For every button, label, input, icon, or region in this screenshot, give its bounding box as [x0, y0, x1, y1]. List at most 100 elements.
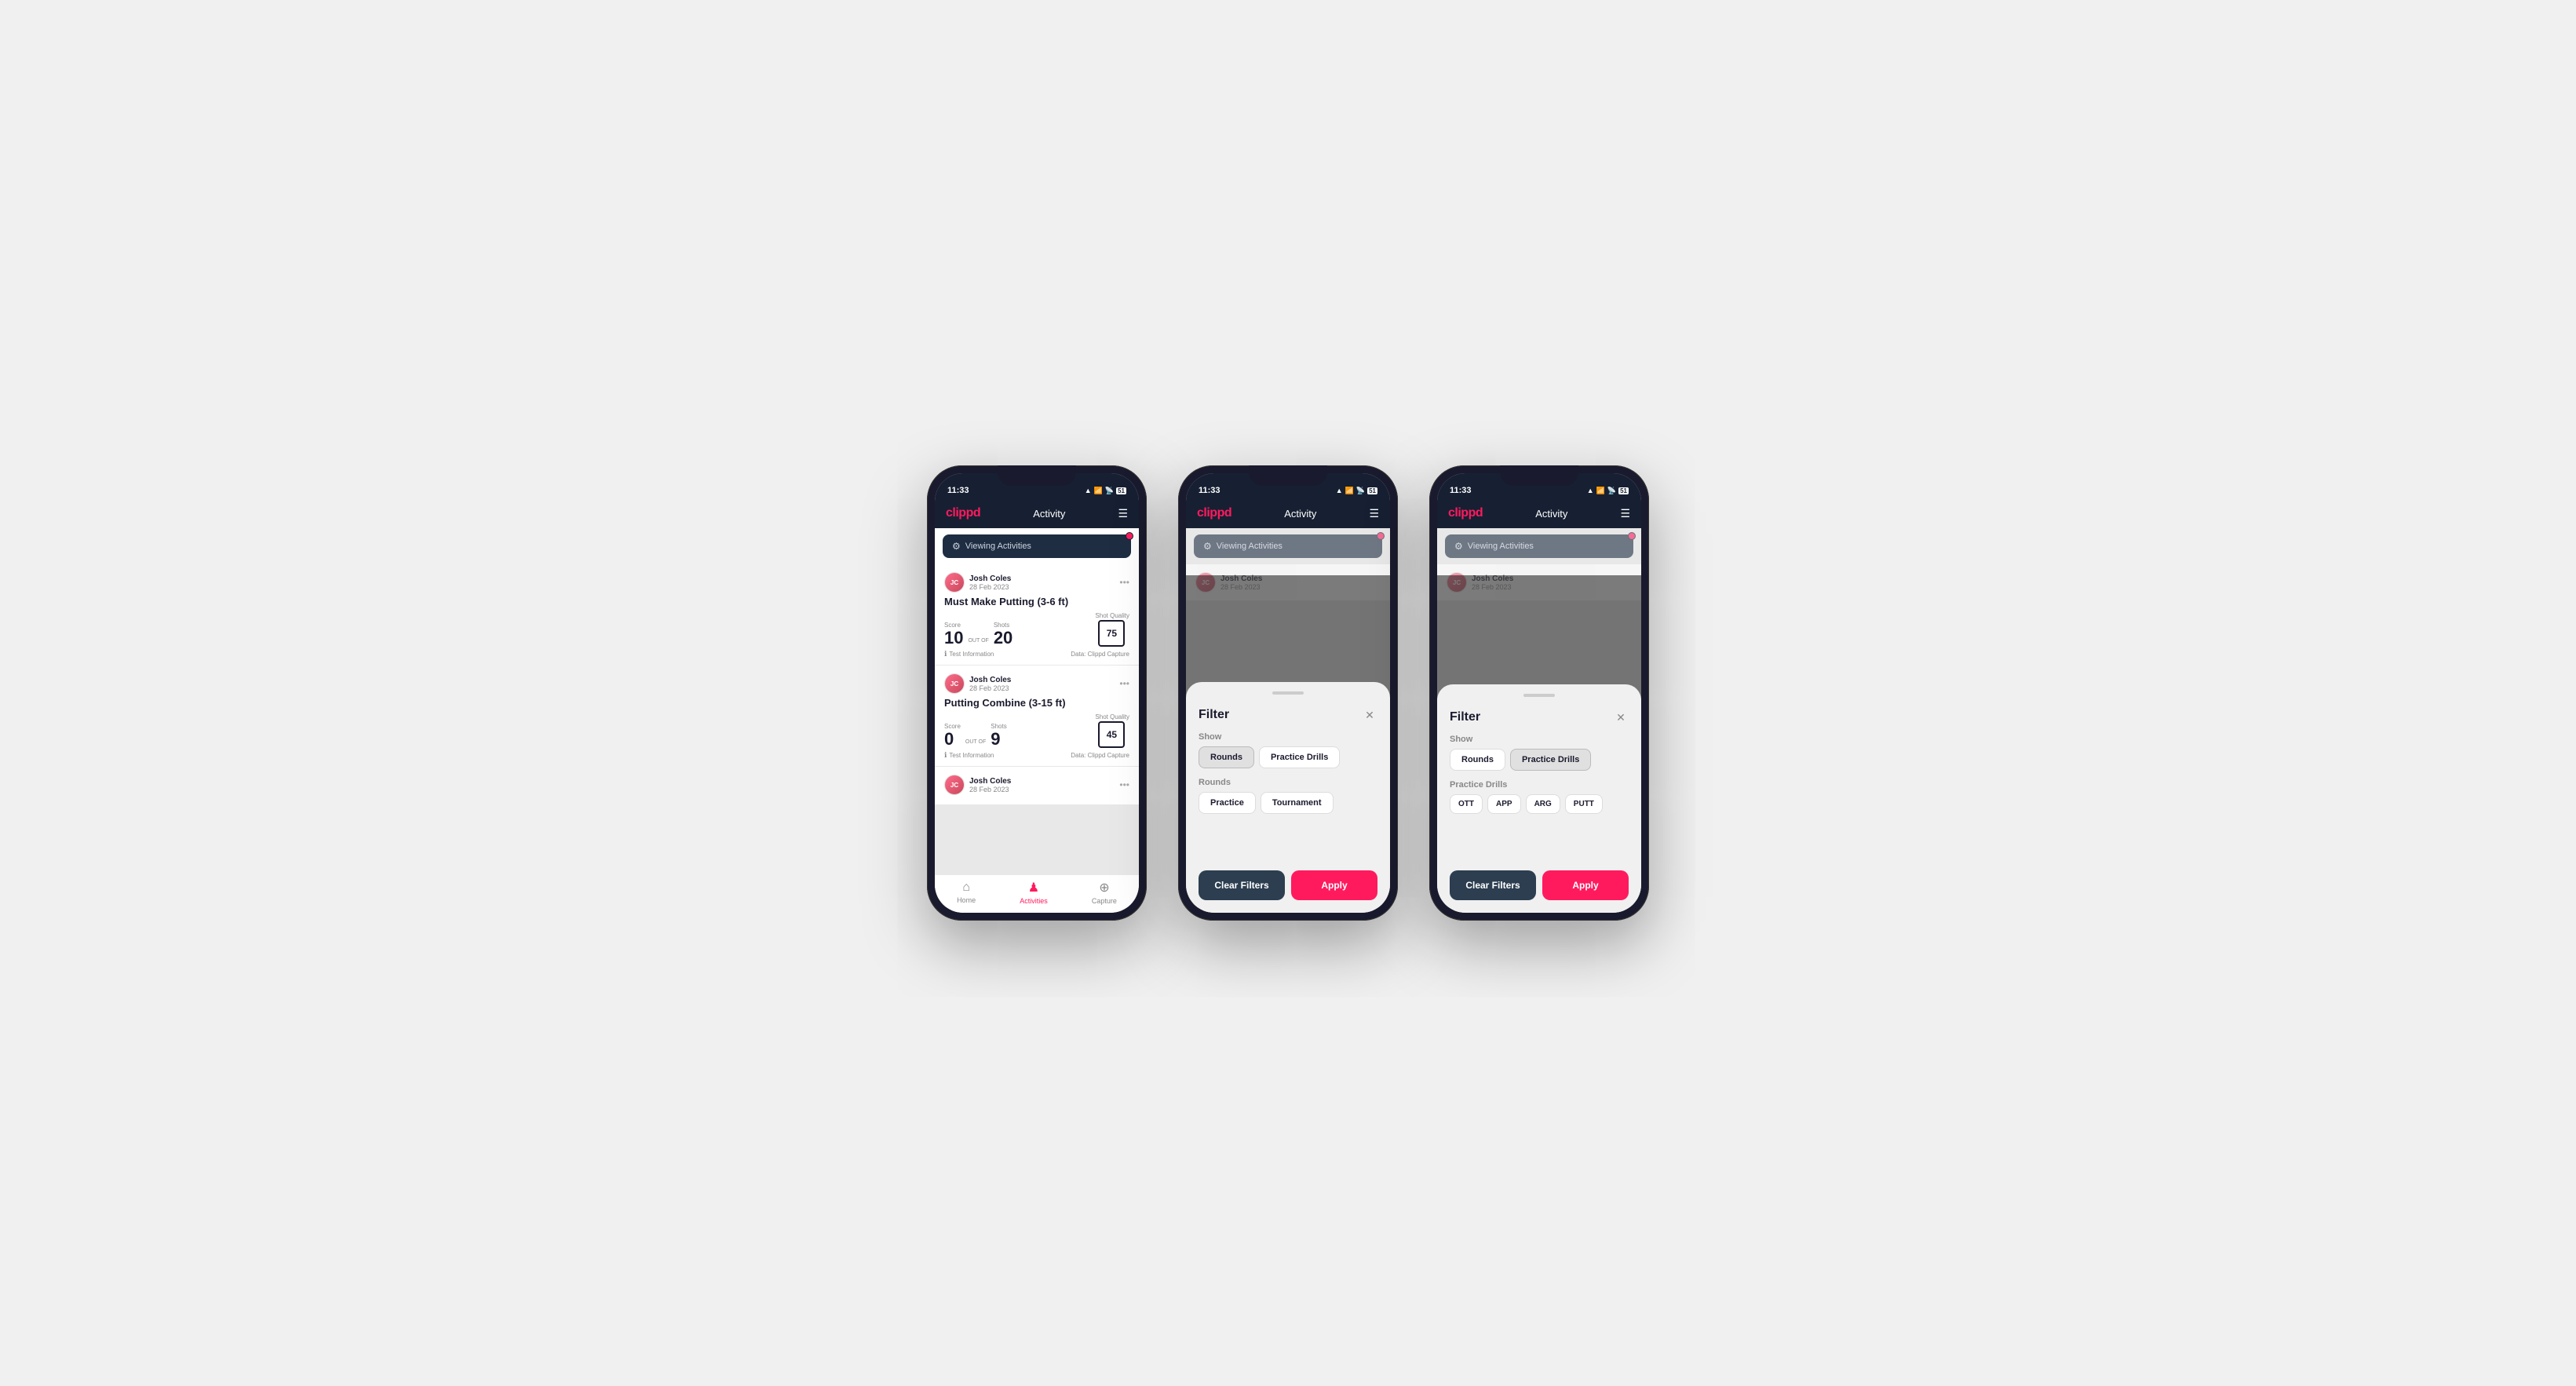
hamburger-menu-2[interactable]: ☰ [1369, 507, 1379, 520]
filter-btn-practice-drills-3[interactable]: Practice Drills [1510, 749, 1591, 771]
more-icon-1a[interactable]: ••• [1119, 577, 1129, 588]
viewing-banner-1[interactable]: ⚙ Viewing Activities [943, 534, 1131, 558]
show-buttons-3: Rounds Practice Drills [1450, 749, 1629, 771]
show-filter-3: Show Rounds Practice Drills [1450, 735, 1629, 771]
user-info-1a: JC Josh Coles 28 Feb 2023 [944, 572, 1011, 593]
data-source-1b: Data: Clippd Capture [1071, 752, 1129, 759]
more-icon-1b[interactable]: ••• [1119, 678, 1129, 689]
filter-modal-2: Filter ✕ Show Rounds Practice Drills [1186, 682, 1390, 913]
nav-capture-1[interactable]: ⊕ Capture [1092, 880, 1117, 905]
viewing-banner-2: ⚙ Viewing Activities [1194, 534, 1382, 558]
sq-badge-1a: 75 [1098, 620, 1125, 647]
red-dot-3 [1628, 532, 1636, 540]
app-header-2: clippd Activity ☰ [1186, 502, 1390, 528]
out-of-1b: OUT OF [965, 739, 986, 745]
red-dot-1 [1126, 532, 1133, 540]
viewing-banner-text-3: Viewing Activities [1468, 542, 1534, 551]
sq-badge-1b: 45 [1098, 721, 1125, 748]
modal-spacer-2 [1199, 823, 1377, 855]
modal-title-3: Filter [1450, 710, 1480, 724]
filter-icon-3: ⚙ [1454, 541, 1463, 552]
status-time-2: 11:33 [1199, 486, 1220, 495]
bottom-nav-1: ⌂ Home ♟ Activities ⊕ Capture [935, 874, 1139, 913]
practice-buttons-3: OTT APP ARG PUTT [1450, 794, 1629, 814]
logo-2: clippd [1197, 506, 1231, 520]
phone-1: 11:33 ▲ 📶 📡 51 clippd Activity ☰ ⚙ Viewi… [927, 465, 1147, 921]
modal-title-2: Filter [1199, 708, 1229, 722]
filter-btn-rounds-3[interactable]: Rounds [1450, 749, 1505, 771]
notch-2 [1249, 465, 1327, 486]
nav-home-1[interactable]: ⌂ Home [957, 881, 976, 904]
status-icons-1: ▲ 📶 📡 51 [1085, 487, 1126, 495]
modal-footer-3: Clear Filters Apply [1450, 870, 1629, 900]
avatar-1a: JC [944, 572, 965, 593]
filter-btn-arg-3[interactable]: ARG [1526, 794, 1560, 814]
capture-icon-1: ⊕ [1099, 880, 1109, 895]
phone-2: 11:33 ▲ 📶 📡 51 clippd Activity ☰ ⚙ [1178, 465, 1398, 921]
nav-activities-label-1: Activities [1020, 897, 1048, 905]
logo-3: clippd [1448, 506, 1483, 520]
header-title-1: Activity [1033, 508, 1065, 520]
filter-btn-ott-3[interactable]: OTT [1450, 794, 1483, 814]
activity-title-1a: Must Make Putting (3-6 ft) [944, 596, 1129, 607]
modal-spacer-3 [1450, 823, 1629, 855]
nav-activities-1[interactable]: ♟ Activities [1020, 880, 1048, 905]
sq-label-1a: Shot Quality [1095, 612, 1129, 619]
filter-btn-rounds-2[interactable]: Rounds [1199, 746, 1254, 768]
clear-filters-btn-2[interactable]: Clear Filters [1199, 870, 1285, 900]
activity-card-1: JC Josh Coles 28 Feb 2023 ••• Must Make … [935, 564, 1139, 665]
rounds-filter-2: Rounds Practice Tournament [1199, 778, 1377, 814]
notch [998, 465, 1076, 486]
clear-filters-btn-3[interactable]: Clear Filters [1450, 870, 1536, 900]
nav-capture-label-1: Capture [1092, 897, 1117, 905]
status-icons-3: ▲ 📶 📡 51 [1587, 487, 1629, 495]
practice-drills-filter-3: Practice Drills OTT APP ARG PUTT [1450, 780, 1629, 814]
activities-icon-1: ♟ [1028, 880, 1039, 895]
modal-header-2: Filter ✕ [1199, 707, 1377, 723]
show-buttons-2: Rounds Practice Drills [1199, 746, 1377, 768]
filter-modal-3: Filter ✕ Show Rounds Practice Drills [1437, 684, 1641, 913]
test-info-text-1b: Test Information [949, 752, 994, 759]
notch-3 [1500, 465, 1578, 486]
status-icons-2: ▲ 📶 📡 51 [1336, 487, 1377, 495]
modal-handle-3 [1523, 694, 1555, 697]
score-value-1a: 10 [944, 629, 963, 647]
phone-3: 11:33 ▲ 📶 📡 51 clippd Activity ☰ ⚙ [1429, 465, 1649, 921]
modal-footer-2: Clear Filters Apply [1199, 870, 1377, 900]
user-name-1c: Josh Coles [969, 777, 1011, 786]
modal-overlay-2: Filter ✕ Show Rounds Practice Drills [1186, 575, 1390, 913]
user-name-1b: Josh Coles [969, 676, 1011, 684]
show-filter-2: Show Rounds Practice Drills [1199, 732, 1377, 768]
red-dot-2 [1377, 532, 1385, 540]
filter-btn-practice-drills-2[interactable]: Practice Drills [1259, 746, 1340, 768]
data-source-1a: Data: Clippd Capture [1071, 651, 1129, 658]
filter-btn-practice-2[interactable]: Practice [1199, 792, 1256, 814]
hamburger-menu-1[interactable]: ☰ [1118, 507, 1128, 520]
more-icon-1c[interactable]: ••• [1119, 779, 1129, 790]
activity-card-3: JC Josh Coles 28 Feb 2023 ••• [935, 767, 1139, 804]
activity-title-1b: Putting Combine (3-15 ft) [944, 697, 1129, 709]
filter-btn-tournament-2[interactable]: Tournament [1261, 792, 1334, 814]
modal-close-3[interactable]: ✕ [1613, 709, 1629, 725]
user-info-1b: JC Josh Coles 28 Feb 2023 [944, 673, 1011, 694]
user-info-1c: JC Josh Coles 28 Feb 2023 [944, 775, 1011, 795]
modal-close-2[interactable]: ✕ [1362, 707, 1377, 723]
header-title-3: Activity [1535, 508, 1567, 520]
filter-btn-app-3[interactable]: APP [1487, 794, 1521, 814]
modal-handle-2 [1272, 691, 1304, 695]
apply-btn-3[interactable]: Apply [1542, 870, 1629, 900]
filter-btn-putt-3[interactable]: PUTT [1565, 794, 1603, 814]
shots-value-1b: 9 [991, 731, 1006, 748]
hamburger-menu-3[interactable]: ☰ [1620, 507, 1630, 520]
apply-btn-2[interactable]: Apply [1291, 870, 1377, 900]
shots-value-1a: 20 [994, 629, 1013, 647]
show-label-3: Show [1450, 735, 1629, 744]
status-time-1: 11:33 [947, 486, 969, 495]
filter-icon-1: ⚙ [952, 541, 961, 552]
show-label-2: Show [1199, 732, 1377, 742]
viewing-banner-text-2: Viewing Activities [1217, 542, 1283, 551]
user-name-1a: Josh Coles [969, 574, 1011, 583]
rounds-buttons-2: Practice Tournament [1199, 792, 1377, 814]
app-header-3: clippd Activity ☰ [1437, 502, 1641, 528]
bg-content-2: ⚙ Viewing Activities JC Josh Coles [1186, 528, 1390, 913]
